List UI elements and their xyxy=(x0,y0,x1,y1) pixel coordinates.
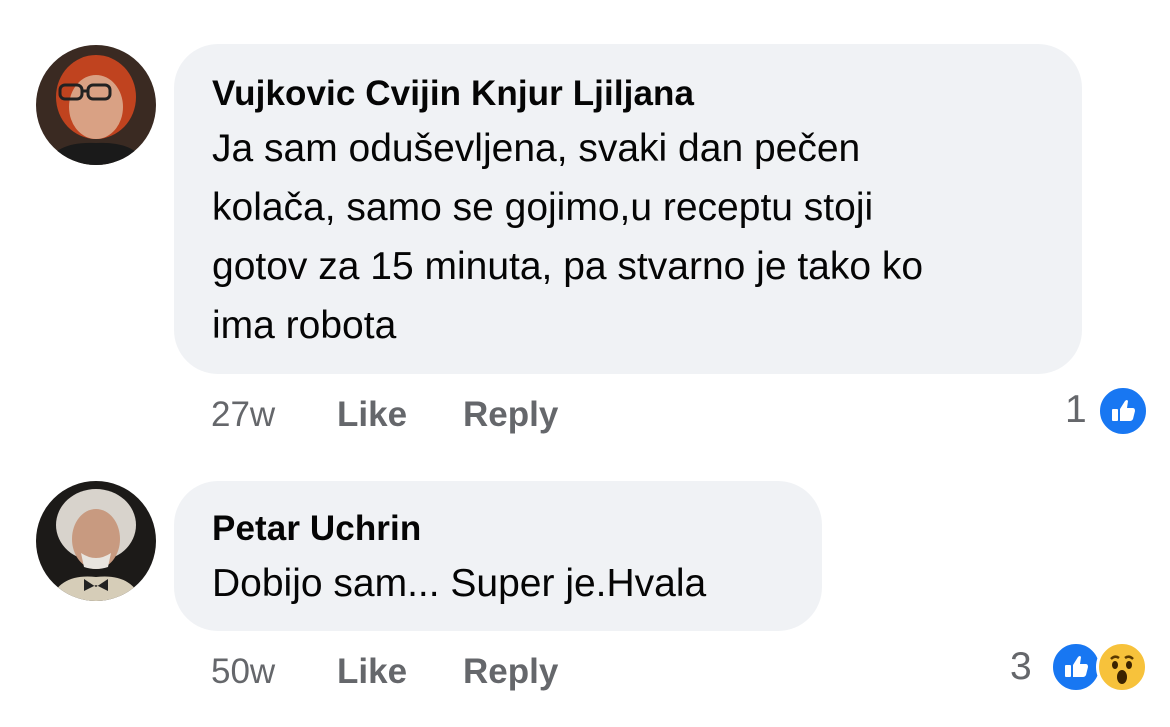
comment-time[interactable]: 50w xyxy=(211,652,275,692)
like-icon[interactable] xyxy=(1050,641,1102,693)
reply-button[interactable]: Reply xyxy=(463,652,558,692)
wow-icon[interactable] xyxy=(1096,641,1148,693)
avatar[interactable] xyxy=(36,481,156,601)
comment-author[interactable]: Petar Uchrin xyxy=(212,509,421,549)
comment: Petar Uchrin Dobijo sam... Super je.Hval… xyxy=(0,0,1170,727)
comment-bubble: Petar Uchrin Dobijo sam... Super je.Hval… xyxy=(174,481,822,631)
like-button[interactable]: Like xyxy=(337,652,407,692)
reaction-count[interactable]: 3 xyxy=(1010,645,1032,689)
comment-text: Dobijo sam... Super je.Hvala xyxy=(212,554,706,613)
comment-text-line: Dobijo sam... Super je.Hvala xyxy=(212,562,707,605)
